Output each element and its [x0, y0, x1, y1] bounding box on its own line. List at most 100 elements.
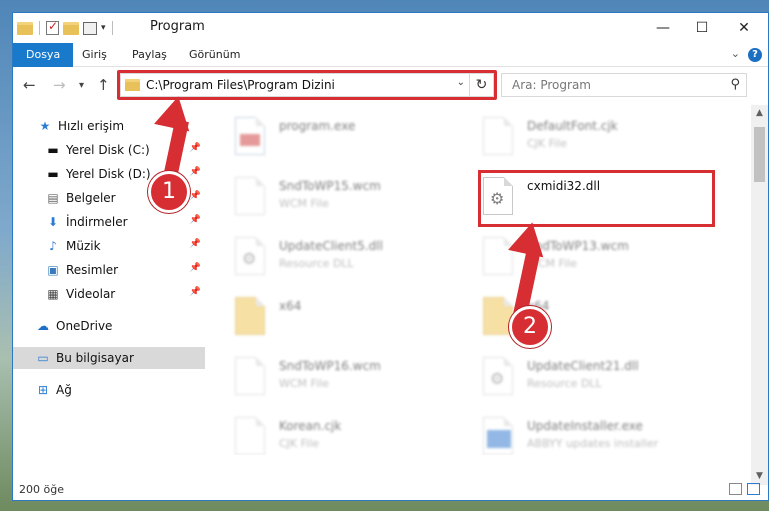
file-type: WCM File: [279, 377, 329, 390]
pin-icon[interactable]: 📌: [190, 167, 201, 177]
installer-icon: [483, 417, 513, 455]
file-item[interactable]: program.exe: [205, 111, 445, 163]
folder-icon: [235, 297, 265, 335]
sidebar-item-videos[interactable]: ▦ Videolar 📌: [13, 283, 205, 305]
file-name: UpdateClient21.dll: [527, 359, 639, 373]
file-name: Korean.cjk: [279, 419, 342, 433]
customize-dropdown-icon[interactable]: ▾: [101, 23, 106, 33]
forward-button[interactable]: →: [53, 76, 66, 94]
close-button[interactable]: ✕: [730, 17, 758, 39]
sidebar-item-downloads[interactable]: ⬇ İndirmeler 📌: [13, 211, 205, 233]
sidebar-item-this-pc[interactable]: ▭ Bu bilgisayar: [13, 347, 205, 369]
pin-icon[interactable]: 📌: [190, 143, 201, 153]
sidebar-item-label: Belgeler: [66, 191, 116, 205]
minimize-button[interactable]: —: [649, 17, 677, 39]
file-item[interactable]: SndToWP16.wcm WCM File: [205, 351, 445, 403]
file-item[interactable]: UpdateClient5.dll Resource DLL: [205, 231, 445, 283]
scroll-up-icon[interactable]: ▲: [751, 105, 768, 122]
pin-icon[interactable]: 📌: [190, 239, 201, 249]
rename-icon[interactable]: [83, 21, 97, 35]
window-title: Program: [150, 19, 205, 34]
maximize-button[interactable]: ☐: [688, 17, 716, 39]
sidebar-item-music[interactable]: ♪ Müzik 📌: [13, 235, 205, 257]
dll-gear-icon: [483, 357, 513, 395]
folder-item[interactable]: x64: [453, 291, 693, 343]
file-type: CJK File: [527, 137, 568, 150]
exe-icon: [235, 117, 265, 155]
file-item[interactable]: SndToWP13.wcm WCM File: [453, 231, 693, 283]
sidebar-item-label: Yerel Disk (D:): [66, 167, 151, 181]
ribbon-tabs: Dosya Giriş Paylaş Görünüm ⌄ ?: [13, 43, 768, 67]
scroll-thumb[interactable]: [754, 127, 765, 182]
file-item[interactable]: UpdateInstaller.exe ABBYY updates instal…: [453, 411, 693, 455]
vertical-scrollbar[interactable]: ▲ ▼: [751, 105, 768, 485]
file-name: UpdateClient5.dll: [279, 239, 383, 253]
navigation-bar: ← → ▾ ↑ C:\Program Files\Program Dizini …: [13, 70, 768, 101]
file-icon: [235, 357, 265, 395]
drive-icon: ▬: [47, 167, 59, 181]
expand-ribbon-icon[interactable]: ⌄: [731, 47, 740, 60]
pin-icon[interactable]: 📌: [190, 263, 201, 273]
tab-paylas[interactable]: Paylaş: [132, 43, 167, 67]
back-button[interactable]: ←: [23, 76, 36, 94]
sidebar-item-label: Resimler: [66, 263, 119, 277]
dll-gear-icon: [235, 237, 265, 275]
sidebar-item-pictures[interactable]: ▣ Resimler 📌: [13, 259, 205, 281]
music-icon: ♪: [49, 239, 57, 253]
sidebar-item-label: Yerel Disk (C:): [66, 143, 150, 157]
file-name: SndToWP15.wcm: [279, 179, 381, 193]
star-icon: ★: [39, 119, 51, 133]
sidebar-item-label: İndirmeler: [66, 215, 128, 229]
sidebar-item-label: Videolar: [66, 287, 116, 301]
sidebar-item-onedrive[interactable]: ☁ OneDrive: [13, 315, 205, 337]
file-item[interactable]: Korean.cjk CJK File: [205, 411, 445, 455]
file-name: program.exe: [279, 119, 356, 133]
pin-icon[interactable]: 📌: [190, 215, 201, 225]
step-badge-1: 1: [148, 171, 190, 213]
drive-icon: ▬: [47, 143, 59, 157]
properties-check-icon[interactable]: [46, 19, 59, 35]
folder-item[interactable]: x64: [205, 291, 445, 343]
file-type: Resource DLL: [279, 257, 354, 270]
step-badge-2: 2: [509, 306, 551, 348]
details-view-icon[interactable]: [729, 483, 742, 495]
up-button[interactable]: ↑: [97, 76, 110, 94]
file-item[interactable]: DefaultFont.cjk CJK File: [453, 111, 693, 163]
pin-icon[interactable]: 📌: [190, 287, 201, 297]
video-icon: ▦: [47, 287, 59, 301]
sidebar-item-network[interactable]: ⊞ Ağ: [13, 379, 205, 401]
file-item[interactable]: SndToWP15.wcm WCM File: [205, 171, 445, 223]
file-icon: [235, 417, 265, 455]
search-input[interactable]: Ara: Program ⚲: [501, 73, 747, 97]
file-icon: [483, 117, 513, 155]
file-type: WCM File: [279, 197, 329, 210]
tab-dosya[interactable]: Dosya: [13, 43, 74, 67]
file-name: SndToWP16.wcm: [279, 359, 381, 373]
large-icons-view-icon[interactable]: [747, 483, 760, 495]
sidebar-item-label: Ağ: [56, 383, 72, 397]
help-icon[interactable]: ?: [748, 48, 762, 62]
file-icon: [235, 177, 265, 215]
tab-giris[interactable]: Giriş: [82, 43, 107, 67]
tab-gorunum[interactable]: Görünüm: [189, 43, 240, 67]
cloud-icon: ☁: [37, 319, 49, 333]
pin-icon[interactable]: 📌: [190, 191, 201, 201]
search-icon[interactable]: ⚲: [730, 77, 740, 92]
toolbar-divider: [39, 21, 40, 35]
file-name: x64: [279, 299, 302, 313]
file-name: DefaultFont.cjk: [527, 119, 618, 133]
sidebar-item-label: Müzik: [66, 239, 101, 253]
status-bar: 200 öğe: [13, 480, 768, 500]
download-icon: ⬇: [47, 215, 59, 229]
file-list: program.exe DefaultFont.cjk CJK File Snd…: [205, 105, 741, 455]
folder-icon[interactable]: [17, 21, 33, 35]
file-item[interactable]: UpdateClient21.dll Resource DLL: [453, 351, 693, 403]
new-folder-icon[interactable]: [63, 21, 79, 35]
quick-access-toolbar: ▾: [17, 19, 115, 37]
file-type: CJK File: [279, 437, 320, 450]
file-type: ABBYY updates installer: [527, 437, 659, 450]
recent-locations-button[interactable]: ▾: [79, 80, 84, 91]
computer-icon: ▭: [37, 351, 49, 365]
network-icon: ⊞: [37, 383, 49, 397]
item-count: 200 öğe: [19, 483, 64, 496]
